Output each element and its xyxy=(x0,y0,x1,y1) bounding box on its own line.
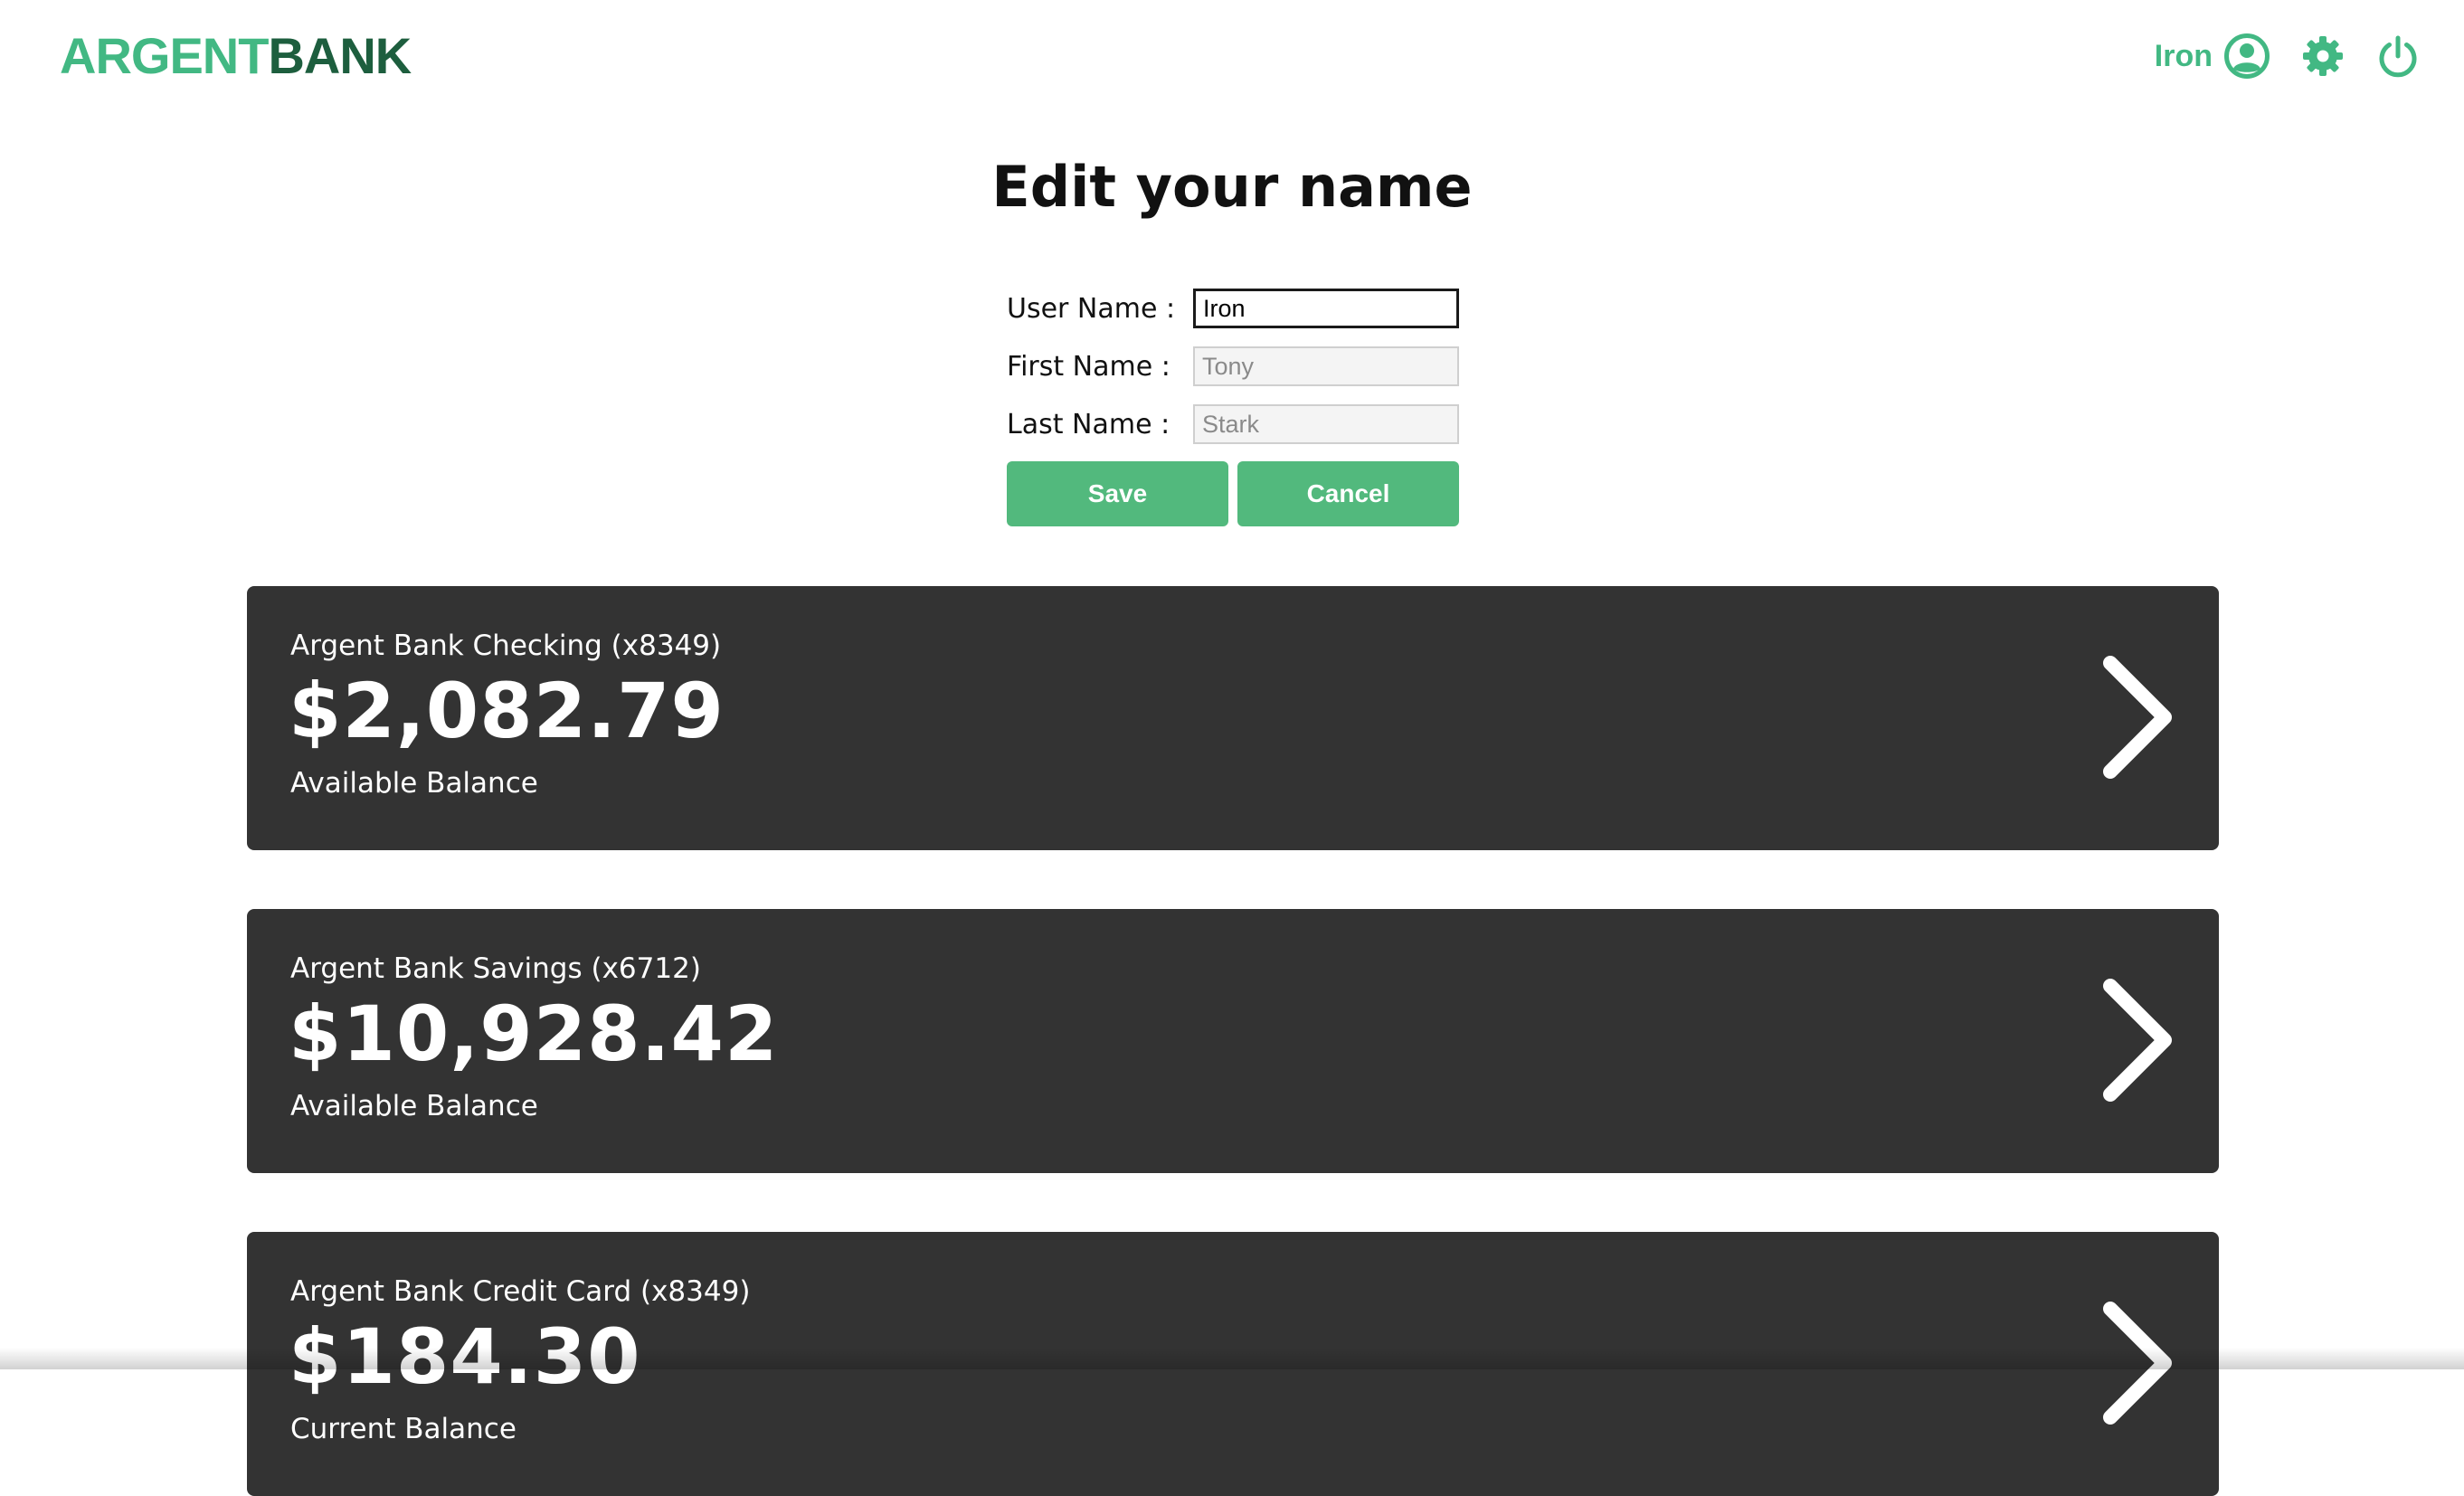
username-label: User Name : xyxy=(1007,292,1176,325)
username-input-value: Iron xyxy=(1203,294,1246,322)
account-card-checking[interactable]: Argent Bank Checking (x8349) $2,082.79 A… xyxy=(247,586,2219,850)
account-amount: $10,928.42 xyxy=(289,989,779,1078)
account-amount-description: Available Balance xyxy=(290,767,538,800)
page-title: Edit your name xyxy=(991,154,1473,220)
username-input[interactable]: Iron xyxy=(1193,289,1459,328)
form-buttons: Save Cancel xyxy=(1007,461,1459,526)
username-row: User Name : Iron xyxy=(1007,288,1459,329)
scroll-shadow xyxy=(0,1348,2464,1369)
nav-username: Iron xyxy=(2154,38,2213,73)
logo-text-bank: BANK xyxy=(268,27,412,84)
firstname-label: First Name : xyxy=(1007,350,1170,383)
account-title: Argent Bank Checking (x8349) xyxy=(290,630,722,662)
edit-name-form: User Name : Iron First Name : Tony Last … xyxy=(1007,288,1459,526)
main-nav: ARGENTBANK Iron xyxy=(0,0,2464,112)
account-amount: $2,082.79 xyxy=(289,667,725,755)
firstname-row: First Name : Tony xyxy=(1007,346,1459,387)
nav-actions: Iron xyxy=(2155,33,2421,80)
lastname-input: Stark xyxy=(1193,404,1459,444)
firstname-input: Tony xyxy=(1193,346,1459,386)
save-button[interactable]: Save xyxy=(1007,461,1228,526)
gear-icon[interactable] xyxy=(2301,34,2345,78)
firstname-input-value: Tony xyxy=(1202,352,1255,380)
user-circle-icon xyxy=(2223,33,2270,80)
account-card-savings[interactable]: Argent Bank Savings (x6712) $10,928.42 A… xyxy=(247,909,2219,1173)
account-amount-description: Available Balance xyxy=(290,1090,538,1122)
profile-link[interactable]: Iron xyxy=(2155,33,2270,80)
account-amount-description: Current Balance xyxy=(290,1413,516,1445)
power-icon[interactable] xyxy=(2375,33,2421,79)
chevron-right-icon[interactable] xyxy=(2092,649,2183,789)
argent-bank-logo[interactable]: ARGENTBANK xyxy=(60,31,412,81)
cancel-button[interactable]: Cancel xyxy=(1237,461,1459,526)
lastname-row: Last Name : Stark xyxy=(1007,403,1459,445)
lastname-input-value: Stark xyxy=(1202,410,1260,438)
account-title: Argent Bank Credit Card (x8349) xyxy=(290,1275,751,1308)
account-title: Argent Bank Savings (x6712) xyxy=(290,952,701,985)
logo-text-argent: ARGENT xyxy=(60,27,269,84)
chevron-right-icon[interactable] xyxy=(2092,972,2183,1112)
lastname-label: Last Name : xyxy=(1007,408,1170,440)
